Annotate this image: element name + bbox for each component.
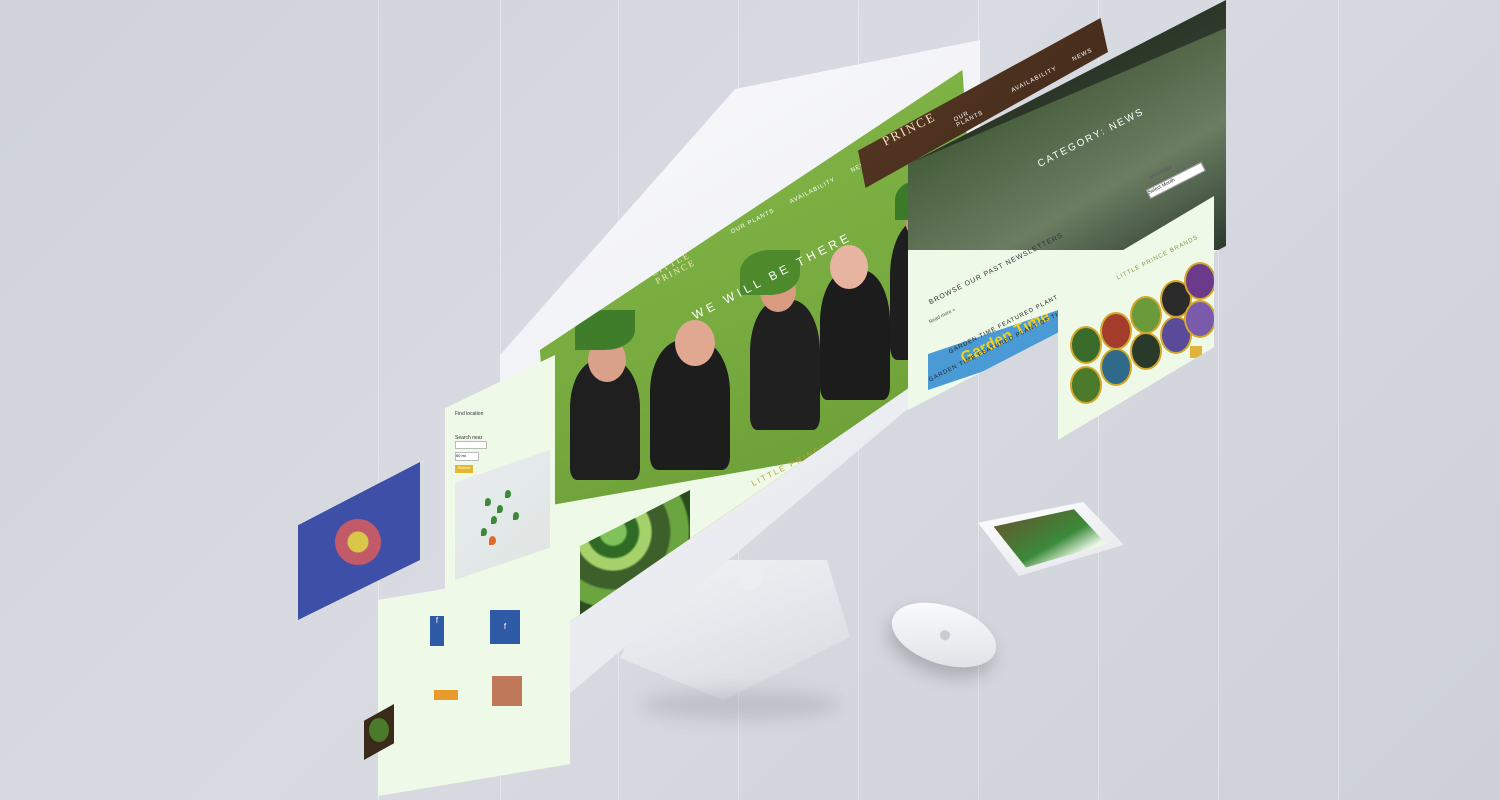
search-input[interactable] <box>455 441 487 449</box>
nav-item[interactable]: NEWS <box>1072 48 1097 69</box>
brand-badge-icon[interactable] <box>1184 262 1214 300</box>
magic-mouse <box>883 590 1005 680</box>
partner-logo[interactable] <box>434 690 458 700</box>
search-button[interactable]: Search <box>455 465 473 473</box>
brand-badge-icon[interactable] <box>1100 312 1132 350</box>
brand-badge-icon[interactable] <box>1130 332 1162 370</box>
small-badge-icon <box>369 718 389 742</box>
locator-title: Find location <box>455 411 484 417</box>
person-photo <box>820 270 890 400</box>
map-pin-active-icon[interactable] <box>489 536 496 545</box>
brand-badge-icon[interactable] <box>1100 348 1132 386</box>
partner-logo[interactable] <box>492 676 522 706</box>
person-face <box>830 245 868 289</box>
facebook-icon[interactable]: f <box>490 610 520 644</box>
bg-line <box>1338 0 1339 800</box>
map-pin-icon[interactable] <box>481 528 487 536</box>
mouse-apple-icon <box>938 629 952 642</box>
brand-badge-icon[interactable] <box>1130 296 1162 334</box>
brand-badge-icon[interactable] <box>1070 326 1102 364</box>
iphone-screen <box>993 509 1107 568</box>
read-more-link[interactable]: Read more » <box>928 307 956 325</box>
person-face <box>675 320 715 366</box>
facebook-icon[interactable]: f <box>430 616 444 646</box>
brand-badge-icon[interactable] <box>1070 366 1102 404</box>
flower-photo <box>328 502 388 582</box>
map-pin-icon[interactable] <box>497 505 503 513</box>
iphone <box>978 502 1124 576</box>
imac-base-shadow <box>640 690 840 720</box>
map-pin-icon[interactable] <box>491 516 497 524</box>
person-photo <box>750 300 820 430</box>
map-pin-icon[interactable] <box>505 490 511 498</box>
brands-button[interactable] <box>1190 346 1202 358</box>
apple-logo-icon <box>740 566 762 590</box>
brand-badge-icon[interactable] <box>1184 300 1214 338</box>
map-pin-icon[interactable] <box>513 512 519 520</box>
map-pin-icon[interactable] <box>485 498 491 506</box>
radius-select[interactable]: 50 mi <box>455 452 479 461</box>
social-panel: f f <box>378 568 570 796</box>
